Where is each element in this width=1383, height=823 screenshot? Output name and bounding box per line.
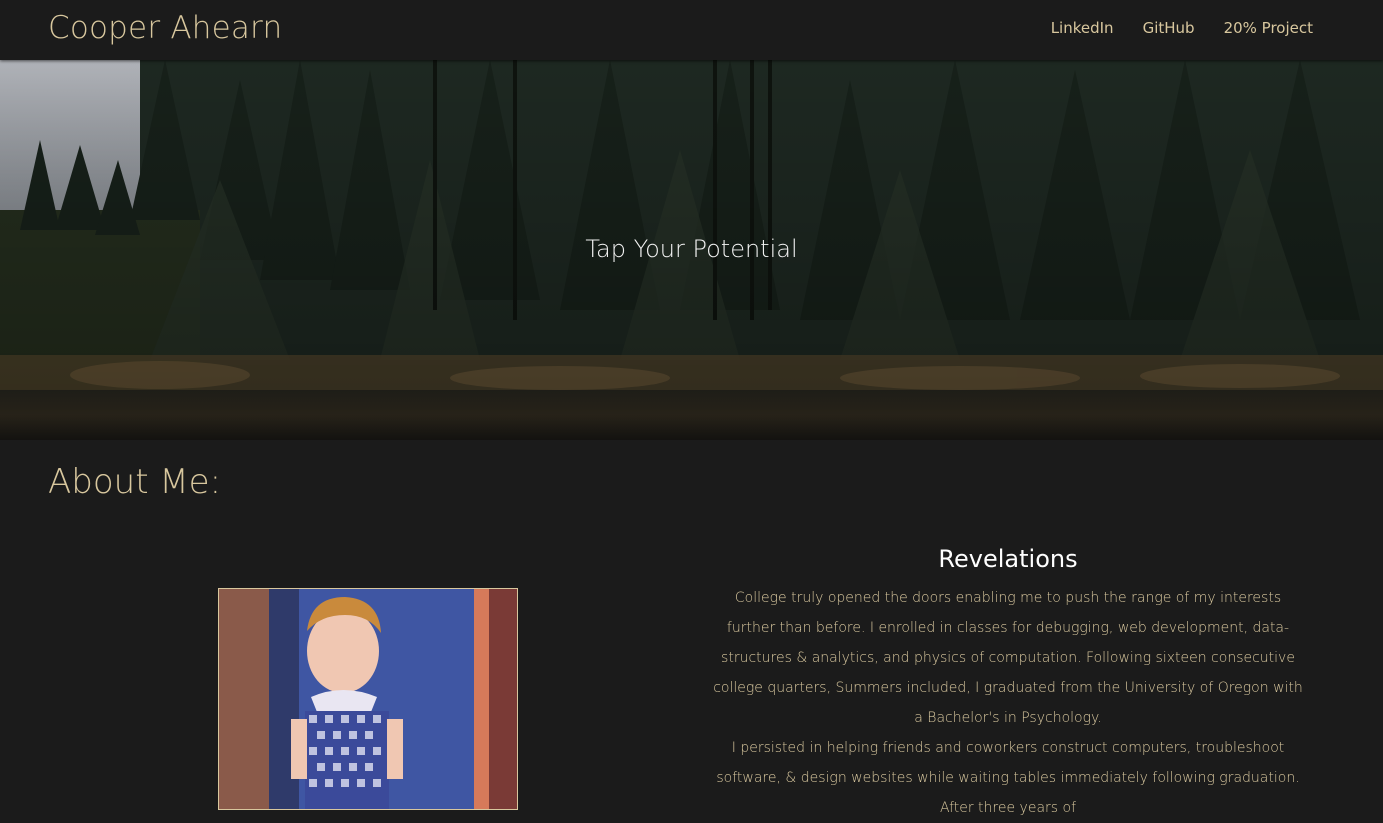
nav-link-linkedin[interactable]: LinkedIn (1051, 19, 1114, 37)
section-title-revelations: Revelations (938, 545, 1078, 573)
hero-banner: Tap Your Potential (0, 60, 1383, 440)
nav-links: LinkedIn GitHub 20% Project (1051, 19, 1313, 37)
about-paragraph-2: I persisted in helping friends and cowor… (716, 740, 1300, 816)
navbar: Cooper Ahearn LinkedIn GitHub 20% Projec… (0, 0, 1383, 60)
childhood-photo-image (219, 589, 517, 809)
about-heading: About Me: (48, 462, 222, 502)
childhood-photo (218, 588, 518, 810)
brand-logo-link[interactable]: Cooper Ahearn (48, 10, 282, 46)
hero-title: Tap Your Potential (585, 235, 798, 263)
about-paragraph-1: College truly opened the doors enabling … (713, 590, 1303, 726)
nav-link-20-percent-project[interactable]: 20% Project (1224, 19, 1313, 37)
nav-link-github[interactable]: GitHub (1143, 19, 1195, 37)
